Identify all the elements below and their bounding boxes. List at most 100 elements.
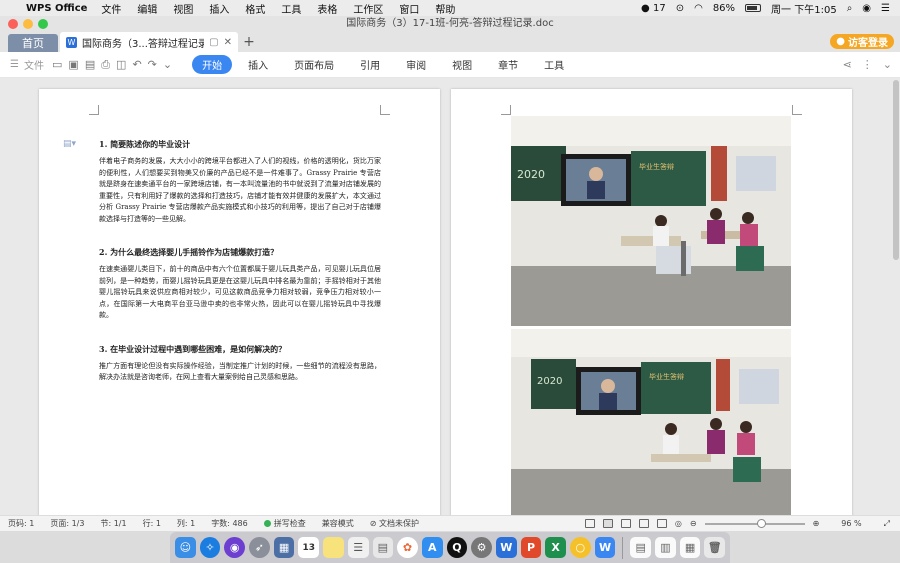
siri-icon[interactable]: ◉ bbox=[862, 3, 871, 14]
share-icon[interactable]: ⋖ bbox=[843, 58, 852, 71]
doc-protection-button[interactable]: ⊘ 文档未保护 bbox=[370, 518, 419, 529]
battery-icon[interactable] bbox=[745, 4, 762, 12]
ribbon-tab-section[interactable]: 章节 bbox=[488, 55, 528, 74]
screenshot-stack-icon[interactable]: ▦ bbox=[679, 537, 701, 558]
tab-pin-icon[interactable]: ▢ bbox=[209, 37, 218, 48]
menu-view[interactable]: 视图 bbox=[173, 1, 193, 16]
notification-center-icon[interactable]: ☰ bbox=[881, 3, 890, 14]
save-icon[interactable]: ▣ bbox=[68, 58, 78, 72]
guest-login-button[interactable]: ● 访客登录 bbox=[830, 34, 894, 49]
ribbon-tab-page-layout[interactable]: 页面布局 bbox=[284, 55, 344, 74]
wps-icon[interactable]: W bbox=[594, 537, 616, 558]
document-page-2[interactable]: 2020 毕业生答辩 2020 毕业生答辩 bbox=[451, 89, 852, 515]
photos-icon[interactable]: ✿ bbox=[397, 537, 418, 558]
finder-icon[interactable]: ☺ bbox=[175, 537, 196, 558]
document-page-1[interactable]: ▤▾ 1. 简要陈述你的毕业设计 伴着电子商务的发展，大大小小的跨境平台都进入了… bbox=[39, 89, 440, 515]
new-tab-button[interactable]: + bbox=[238, 32, 260, 52]
menu-table[interactable]: 表格 bbox=[317, 1, 337, 16]
calendar-icon[interactable]: 13 bbox=[298, 537, 320, 558]
downloads-stack-icon[interactable]: ▤ bbox=[630, 537, 652, 558]
menu-window[interactable]: 窗口 bbox=[399, 1, 419, 16]
safari-icon[interactable]: ✧ bbox=[199, 537, 221, 558]
status-page-number[interactable]: 页码: 1 bbox=[8, 518, 34, 529]
app-store-icon[interactable]: A bbox=[421, 537, 443, 558]
tab-home[interactable]: 首页 bbox=[8, 34, 58, 52]
ribbon-tab-references[interactable]: 引用 bbox=[350, 55, 390, 74]
search-icon[interactable]: ⌕ bbox=[847, 3, 853, 14]
launchpad-icon[interactable]: ➶ bbox=[249, 537, 270, 558]
tab-document[interactable]: W 国际商务（3...答辩过程记录 ▢ ✕ bbox=[60, 32, 238, 52]
web-view-icon[interactable] bbox=[638, 519, 649, 528]
ribbon-tab-tools[interactable]: 工具 bbox=[534, 55, 574, 74]
zoom-window-button[interactable] bbox=[38, 19, 48, 29]
open-icon[interactable]: ▭ bbox=[52, 58, 62, 72]
zoom-in-icon[interactable]: ⊕ bbox=[813, 519, 820, 528]
control-icon[interactable]: ⊙ bbox=[676, 3, 684, 14]
writing-mode-icon[interactable] bbox=[656, 519, 667, 528]
print-icon[interactable]: ⎙ bbox=[101, 58, 110, 72]
notability-icon[interactable]: ○ bbox=[570, 537, 591, 558]
file-menu-button[interactable]: ☰ 文件 bbox=[0, 57, 52, 72]
fullscreen-icon[interactable]: ⤢ bbox=[884, 519, 890, 529]
document-workspace[interactable]: ▤▾ 1. 简要陈述你的毕业设计 伴着电子商务的发展，大大小小的跨境平台都进入了… bbox=[0, 78, 900, 515]
photo-booth-icon[interactable]: ▦ bbox=[273, 537, 295, 558]
defense-photo-2[interactable]: 2020 毕业生答辩 bbox=[511, 329, 791, 515]
compat-mode-label: 兼容模式 bbox=[321, 519, 354, 528]
documents-stack-icon[interactable]: ▥ bbox=[655, 537, 676, 558]
reminders-icon[interactable]: ☰ bbox=[347, 537, 369, 558]
minimize-window-button[interactable] bbox=[23, 19, 33, 29]
menu-workspace[interactable]: 工作区 bbox=[353, 1, 383, 16]
print-preview-icon[interactable]: ◫ bbox=[116, 58, 126, 72]
collapse-ribbon-icon[interactable]: ⌄ bbox=[883, 58, 892, 71]
undo-icon[interactable]: ↶ bbox=[132, 58, 141, 72]
margin-corner bbox=[380, 105, 390, 115]
focus-mode-icon[interactable] bbox=[584, 519, 595, 528]
siri-dock-icon[interactable]: ◉ bbox=[224, 537, 246, 558]
status-word-count[interactable]: 字数: 486 bbox=[211, 518, 248, 529]
ribbon-tab-review[interactable]: 审阅 bbox=[396, 55, 436, 74]
spell-check-toggle[interactable]: 拼写检查 bbox=[263, 518, 306, 529]
status-section[interactable]: 节: 1/1 bbox=[100, 518, 126, 529]
excel-icon[interactable]: X bbox=[545, 537, 566, 558]
doc-protection-label: 文档未保护 bbox=[379, 519, 419, 528]
zoom-slider-knob[interactable] bbox=[756, 518, 766, 528]
status-pages[interactable]: 页面: 1/3 bbox=[50, 518, 84, 529]
menu-help[interactable]: 帮助 bbox=[435, 1, 455, 16]
menu-insert[interactable]: 插入 bbox=[209, 1, 229, 16]
close-window-button[interactable] bbox=[8, 19, 18, 29]
paragraph-marker-icon[interactable]: ▤▾ bbox=[63, 139, 76, 150]
vertical-scrollbar[interactable] bbox=[893, 80, 899, 260]
wifi-icon[interactable]: ◠ bbox=[694, 3, 703, 14]
more-icon[interactable]: ⋮ bbox=[862, 58, 873, 71]
redo-icon[interactable]: ↷ bbox=[148, 58, 157, 72]
defense-photo-1[interactable]: 2020 毕业生答辩 bbox=[511, 116, 791, 326]
word-icon[interactable]: W bbox=[495, 537, 517, 558]
ribbon-tab-view[interactable]: 视图 bbox=[442, 55, 482, 74]
app-menu[interactable]: WPS Office bbox=[26, 3, 87, 14]
eye-protection-icon[interactable]: ◎ bbox=[675, 519, 682, 528]
outline-view-icon[interactable] bbox=[620, 519, 631, 528]
qq-icon[interactable]: Q bbox=[446, 537, 468, 558]
menu-file[interactable]: 文件 bbox=[101, 1, 121, 16]
menu-edit[interactable]: 编辑 bbox=[137, 1, 157, 16]
more-chevron-icon[interactable]: ⌄ bbox=[163, 58, 172, 72]
notes-icon[interactable] bbox=[323, 537, 344, 558]
menu-format[interactable]: 格式 bbox=[245, 1, 265, 16]
trash-icon[interactable]: 🗑 bbox=[704, 537, 726, 558]
page-view-icon[interactable] bbox=[602, 519, 613, 528]
preview-icon[interactable]: ▤ bbox=[372, 537, 394, 558]
zoom-slider[interactable] bbox=[704, 518, 805, 528]
zoom-out-icon[interactable]: ⊖ bbox=[690, 519, 697, 528]
tab-close-icon[interactable]: ✕ bbox=[224, 37, 232, 48]
status-column: 列: 1 bbox=[176, 519, 196, 528]
powerpoint-icon[interactable]: P bbox=[520, 537, 542, 558]
ribbon-tab-insert[interactable]: 插入 bbox=[238, 55, 278, 74]
system-preferences-icon[interactable]: ⚙ bbox=[471, 537, 492, 558]
clock[interactable]: 周一 下午1:05 bbox=[771, 1, 837, 16]
export-pdf-icon[interactable]: ▤ bbox=[85, 58, 95, 72]
ribbon-tab-start[interactable]: 开始 bbox=[192, 55, 233, 74]
document-body[interactable]: 1. 简要陈述你的毕业设计 伴着电子商务的发展，大大小小的跨境平台都进入了人们的… bbox=[99, 139, 381, 406]
qq-status-icon[interactable]: ● 17 bbox=[641, 3, 666, 14]
zoom-level[interactable]: 96 % bbox=[841, 519, 861, 528]
menu-tools[interactable]: 工具 bbox=[281, 1, 301, 16]
